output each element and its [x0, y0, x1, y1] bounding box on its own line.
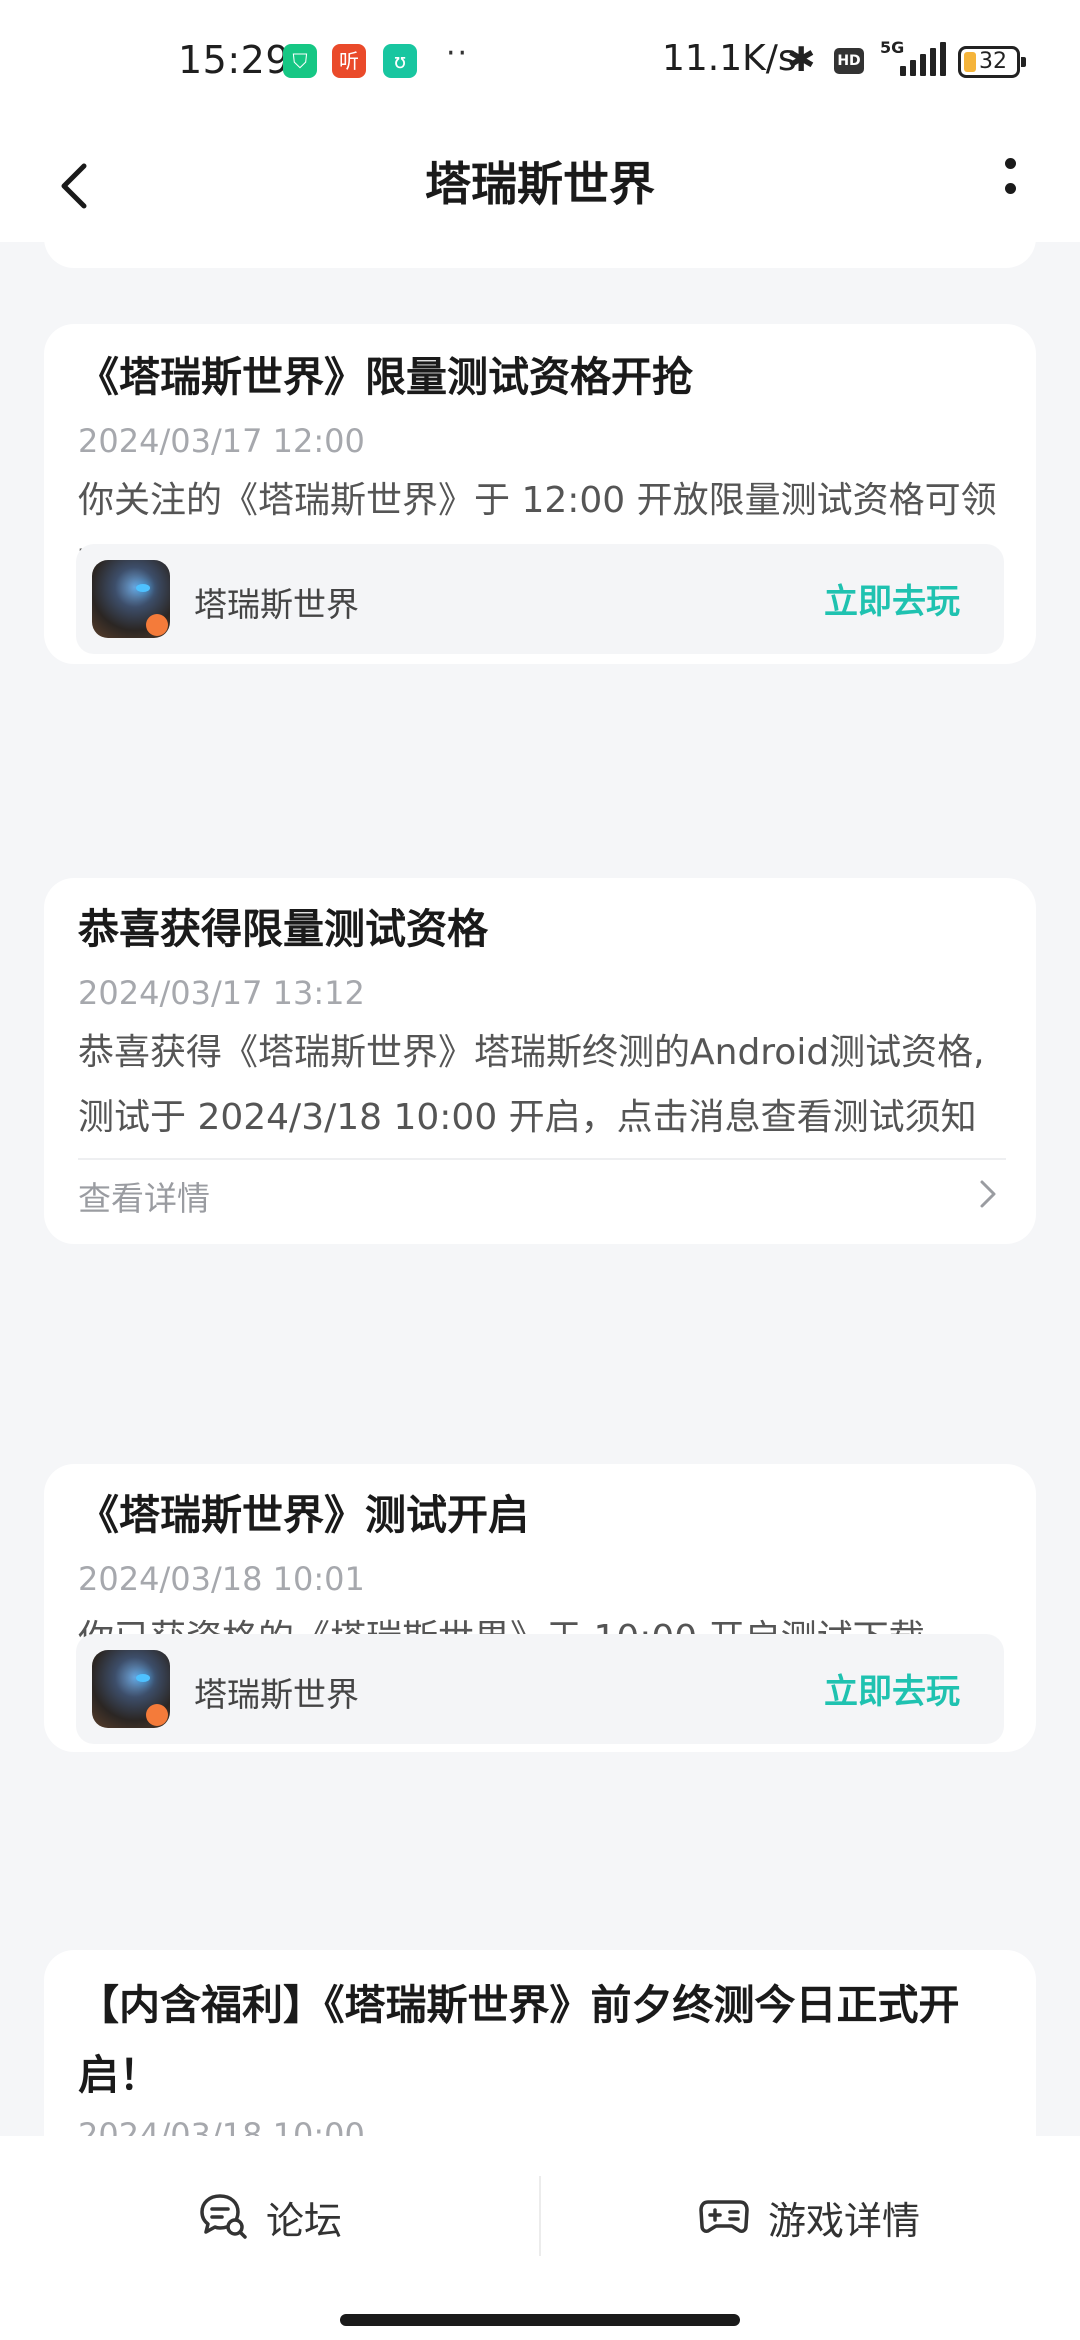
- view-details-link[interactable]: 查看详情: [78, 1172, 210, 1220]
- signal-icon: [878, 40, 946, 80]
- forum-button[interactable]: 论坛: [198, 2176, 398, 2256]
- status-time: 15:29: [178, 38, 291, 82]
- battery-icon: 32: [958, 46, 1026, 78]
- forum-label: 论坛: [266, 2199, 343, 2243]
- message-card[interactable]: 【内含福利】《塔瑞斯世界》前夕终测今日正式开启！ 2024/03/18 10:0…: [44, 1950, 1036, 2136]
- more-options-button[interactable]: [990, 144, 1030, 224]
- game-strip[interactable]: 塔瑞斯世界 立即去玩: [76, 544, 1004, 654]
- bluetooth-icon: ✱: [787, 40, 816, 80]
- game-icon: [92, 1650, 170, 1728]
- more-dot-icon: [1004, 183, 1016, 194]
- divider: [78, 1158, 1006, 1160]
- listen-icon: 听: [332, 44, 366, 78]
- more-notifications-indicator: ··: [446, 36, 470, 71]
- message-date: 2024/03/18 10:00: [78, 2116, 365, 2136]
- game-icon: [92, 560, 170, 638]
- message-card[interactable]: 恭喜获得限量测试资格 2024/03/17 13:12 恭喜获得《塔瑞斯世界》塔…: [44, 878, 1036, 1244]
- gamepad-icon: [699, 2200, 749, 2233]
- bottom-bar: 论坛 游戏详情: [0, 2136, 1080, 2340]
- message-card[interactable]: 《塔瑞斯世界》测试开启 2024/03/18 10:01 你已获资格的《塔瑞斯世…: [44, 1464, 1036, 1752]
- message-title: 《塔瑞斯世界》测试开启: [78, 1491, 529, 1539]
- game-strip[interactable]: 塔瑞斯世界 立即去玩: [76, 1634, 1004, 1744]
- network-speed: 11.1K/s: [662, 38, 797, 79]
- message-body: 恭喜获得《塔瑞斯世界》塔瑞斯终测的Android测试资格,测试于 2024/3/…: [78, 1032, 985, 1138]
- play-now-button[interactable]: 立即去玩: [824, 574, 960, 623]
- hd-icon: HD: [834, 48, 864, 74]
- game-name: 塔瑞斯世界: [194, 585, 359, 624]
- message-title: 恭喜获得限量测试资格: [78, 905, 488, 953]
- forum-icon: [200, 2194, 247, 2239]
- message-date: 2024/03/17 12:00: [78, 422, 365, 460]
- message-date: 2024/03/17 13:12: [78, 974, 365, 1012]
- message-card[interactable]: 《塔瑞斯世界》限量测试资格开抢 2024/03/17 12:00 你关注的《塔瑞…: [44, 324, 1036, 664]
- cat-icon: ʊ: [383, 44, 417, 78]
- chevron-right-icon: [980, 1180, 996, 1208]
- message-date: 2024/03/18 10:01: [78, 1560, 365, 1598]
- shield-icon: ⛉: [283, 44, 317, 78]
- play-now-button[interactable]: 立即去玩: [824, 1664, 960, 1713]
- status-bar: 15:29 ⛉ 听 ʊ ·· 11.1K/s ✱ HD 5G 32: [0, 0, 1080, 122]
- home-indicator[interactable]: [340, 2314, 740, 2326]
- message-title: 《塔瑞斯世界》限量测试资格开抢: [78, 353, 693, 401]
- game-name: 塔瑞斯世界: [194, 1675, 359, 1714]
- message-card[interactable]: [44, 242, 1036, 268]
- divider: [539, 2176, 541, 2256]
- message-title: 【内含福利】《塔瑞斯世界》前夕终测今日正式开启！: [78, 1981, 960, 2099]
- app-header: 塔瑞斯世界: [0, 122, 1080, 242]
- game-details-label: 游戏详情: [768, 2199, 921, 2243]
- page-title: 塔瑞斯世界: [425, 157, 655, 211]
- message-list[interactable]: 《塔瑞斯世界》限量测试资格开抢 2024/03/17 12:00 你关注的《塔瑞…: [0, 242, 1080, 2136]
- game-details-button[interactable]: 游戏详情: [698, 2176, 958, 2256]
- more-dot-icon: [1004, 158, 1016, 169]
- battery-level: 32: [979, 49, 1007, 74]
